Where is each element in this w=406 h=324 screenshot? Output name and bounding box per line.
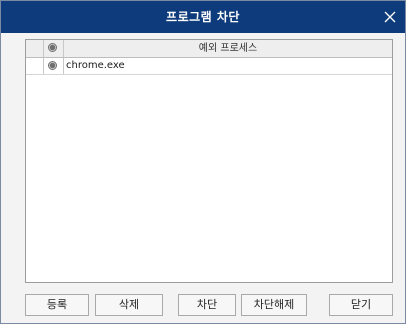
row-blank-cell (26, 58, 44, 74)
register-button[interactable]: 등록 (25, 294, 89, 316)
window-title: 프로그램 차단 (166, 10, 240, 24)
status-dot-icon (48, 61, 57, 70)
header-label: 예외 프로세스 (198, 43, 258, 54)
header-status-cell (44, 40, 64, 57)
delete-button[interactable]: 삭제 (95, 294, 163, 316)
close-x-icon (384, 11, 396, 23)
header-blank-cell (26, 40, 44, 57)
status-dot-icon (48, 43, 57, 52)
exception-process-list[interactable]: 예외 프로세스 chrome.exe (25, 39, 393, 283)
unblock-button[interactable]: 차단해제 (241, 294, 307, 316)
title-bar[interactable]: 프로그램 차단 (1, 1, 405, 33)
list-row[interactable]: chrome.exe (26, 58, 392, 75)
process-name: chrome.exe (66, 60, 125, 71)
program-block-dialog: 프로그램 차단 예외 프로세스 chrome.exe 등록 삭제 차단 차단해제… (0, 0, 406, 324)
block-button[interactable]: 차단 (178, 294, 236, 316)
close-button[interactable]: 닫기 (329, 294, 393, 316)
row-status-cell (44, 58, 64, 74)
list-header: 예외 프로세스 (26, 40, 392, 58)
close-icon[interactable] (381, 8, 399, 26)
